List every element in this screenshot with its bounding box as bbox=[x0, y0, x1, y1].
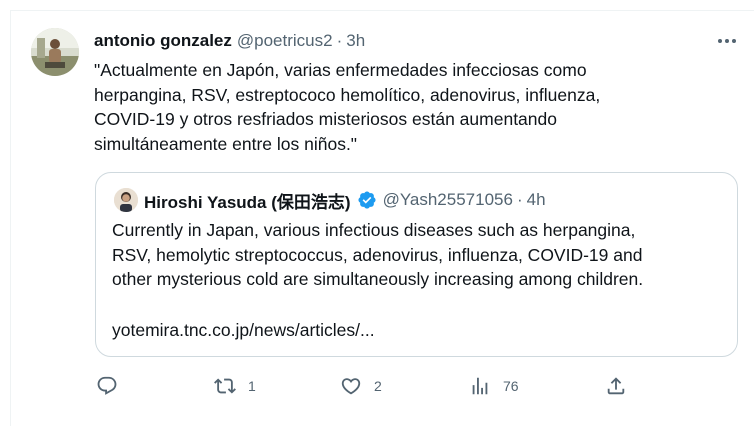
header-separator: · bbox=[336, 31, 343, 50]
tweet-header: antonio gonzalez @poetricus2 · 3h bbox=[94, 30, 365, 52]
more-icon-dot bbox=[725, 39, 729, 43]
verified-badge-icon bbox=[357, 190, 377, 210]
quoted-author-handle[interactable]: @Yash25571056 bbox=[383, 190, 513, 210]
views-icon bbox=[472, 377, 488, 395]
more-icon bbox=[718, 39, 722, 43]
author-name[interactable]: antonio gonzalez bbox=[94, 31, 232, 51]
share-button[interactable] bbox=[605, 372, 627, 400]
retweet-button[interactable]: 1 bbox=[214, 372, 256, 400]
tweet-text-line: COVID-19 y otros resfriados misteriosos … bbox=[94, 109, 557, 129]
like-icon bbox=[341, 378, 361, 395]
quoted-text-line: RSV, hemolytic streptococcus, adenovirus… bbox=[112, 244, 643, 265]
quoted-author-avatar[interactable] bbox=[114, 188, 138, 212]
quoted-text-line: Currently in Japan, various infectious d… bbox=[112, 220, 636, 240]
share-icon bbox=[607, 377, 625, 395]
views-count: 76 bbox=[503, 378, 519, 394]
quoted-text-line: other mysterious cold are simultaneously… bbox=[112, 269, 644, 289]
tweet-timestamp[interactable]: 3h bbox=[346, 31, 365, 51]
tweet-text-line: "Actualmente en Japón, varias enfermedad… bbox=[94, 60, 587, 80]
retweet-icon bbox=[214, 378, 236, 394]
views-button[interactable]: 76 bbox=[469, 372, 519, 400]
reply-icon bbox=[97, 376, 117, 395]
author-avatar[interactable] bbox=[31, 28, 79, 76]
more-icon-dot bbox=[732, 39, 736, 43]
tweet-text: "Actualmente en Japón, varias enfermedad… bbox=[94, 58, 694, 156]
retweet-count: 1 bbox=[248, 378, 256, 394]
reply-button[interactable] bbox=[96, 372, 130, 400]
quoted-tweet-card[interactable]: Hiroshi Yasuda (保田浩志) @Yash25571056 · 4h… bbox=[95, 172, 738, 357]
tweet-text-line: herpangina, RSV, estreptococo hemolítico… bbox=[94, 84, 601, 105]
author-handle[interactable]: @poetricus2 bbox=[237, 31, 333, 51]
quoted-header-separator: · bbox=[516, 190, 523, 209]
quoted-tweet-timestamp[interactable]: 4h bbox=[527, 190, 546, 210]
quoted-tweet-text: Currently in Japan, various infectious d… bbox=[112, 218, 724, 292]
like-count: 2 bbox=[374, 378, 382, 394]
frame-left-border bbox=[10, 10, 11, 426]
tweet-actions-bar: 1 2 76 bbox=[0, 372, 754, 400]
frame-top-border bbox=[10, 10, 754, 11]
quoted-tweet-header: Hiroshi Yasuda (保田浩志) @Yash25571056 · 4h bbox=[114, 188, 546, 212]
quoted-author-name[interactable]: Hiroshi Yasuda (保田浩志) bbox=[144, 188, 351, 213]
tweet-text-line: simultáneamente entre los niños." bbox=[94, 133, 358, 154]
more-options-button[interactable] bbox=[712, 30, 742, 52]
quoted-tweet-link[interactable]: yotemira.tnc.co.jp/news/articles/... bbox=[112, 318, 375, 343]
like-button[interactable]: 2 bbox=[340, 372, 382, 400]
